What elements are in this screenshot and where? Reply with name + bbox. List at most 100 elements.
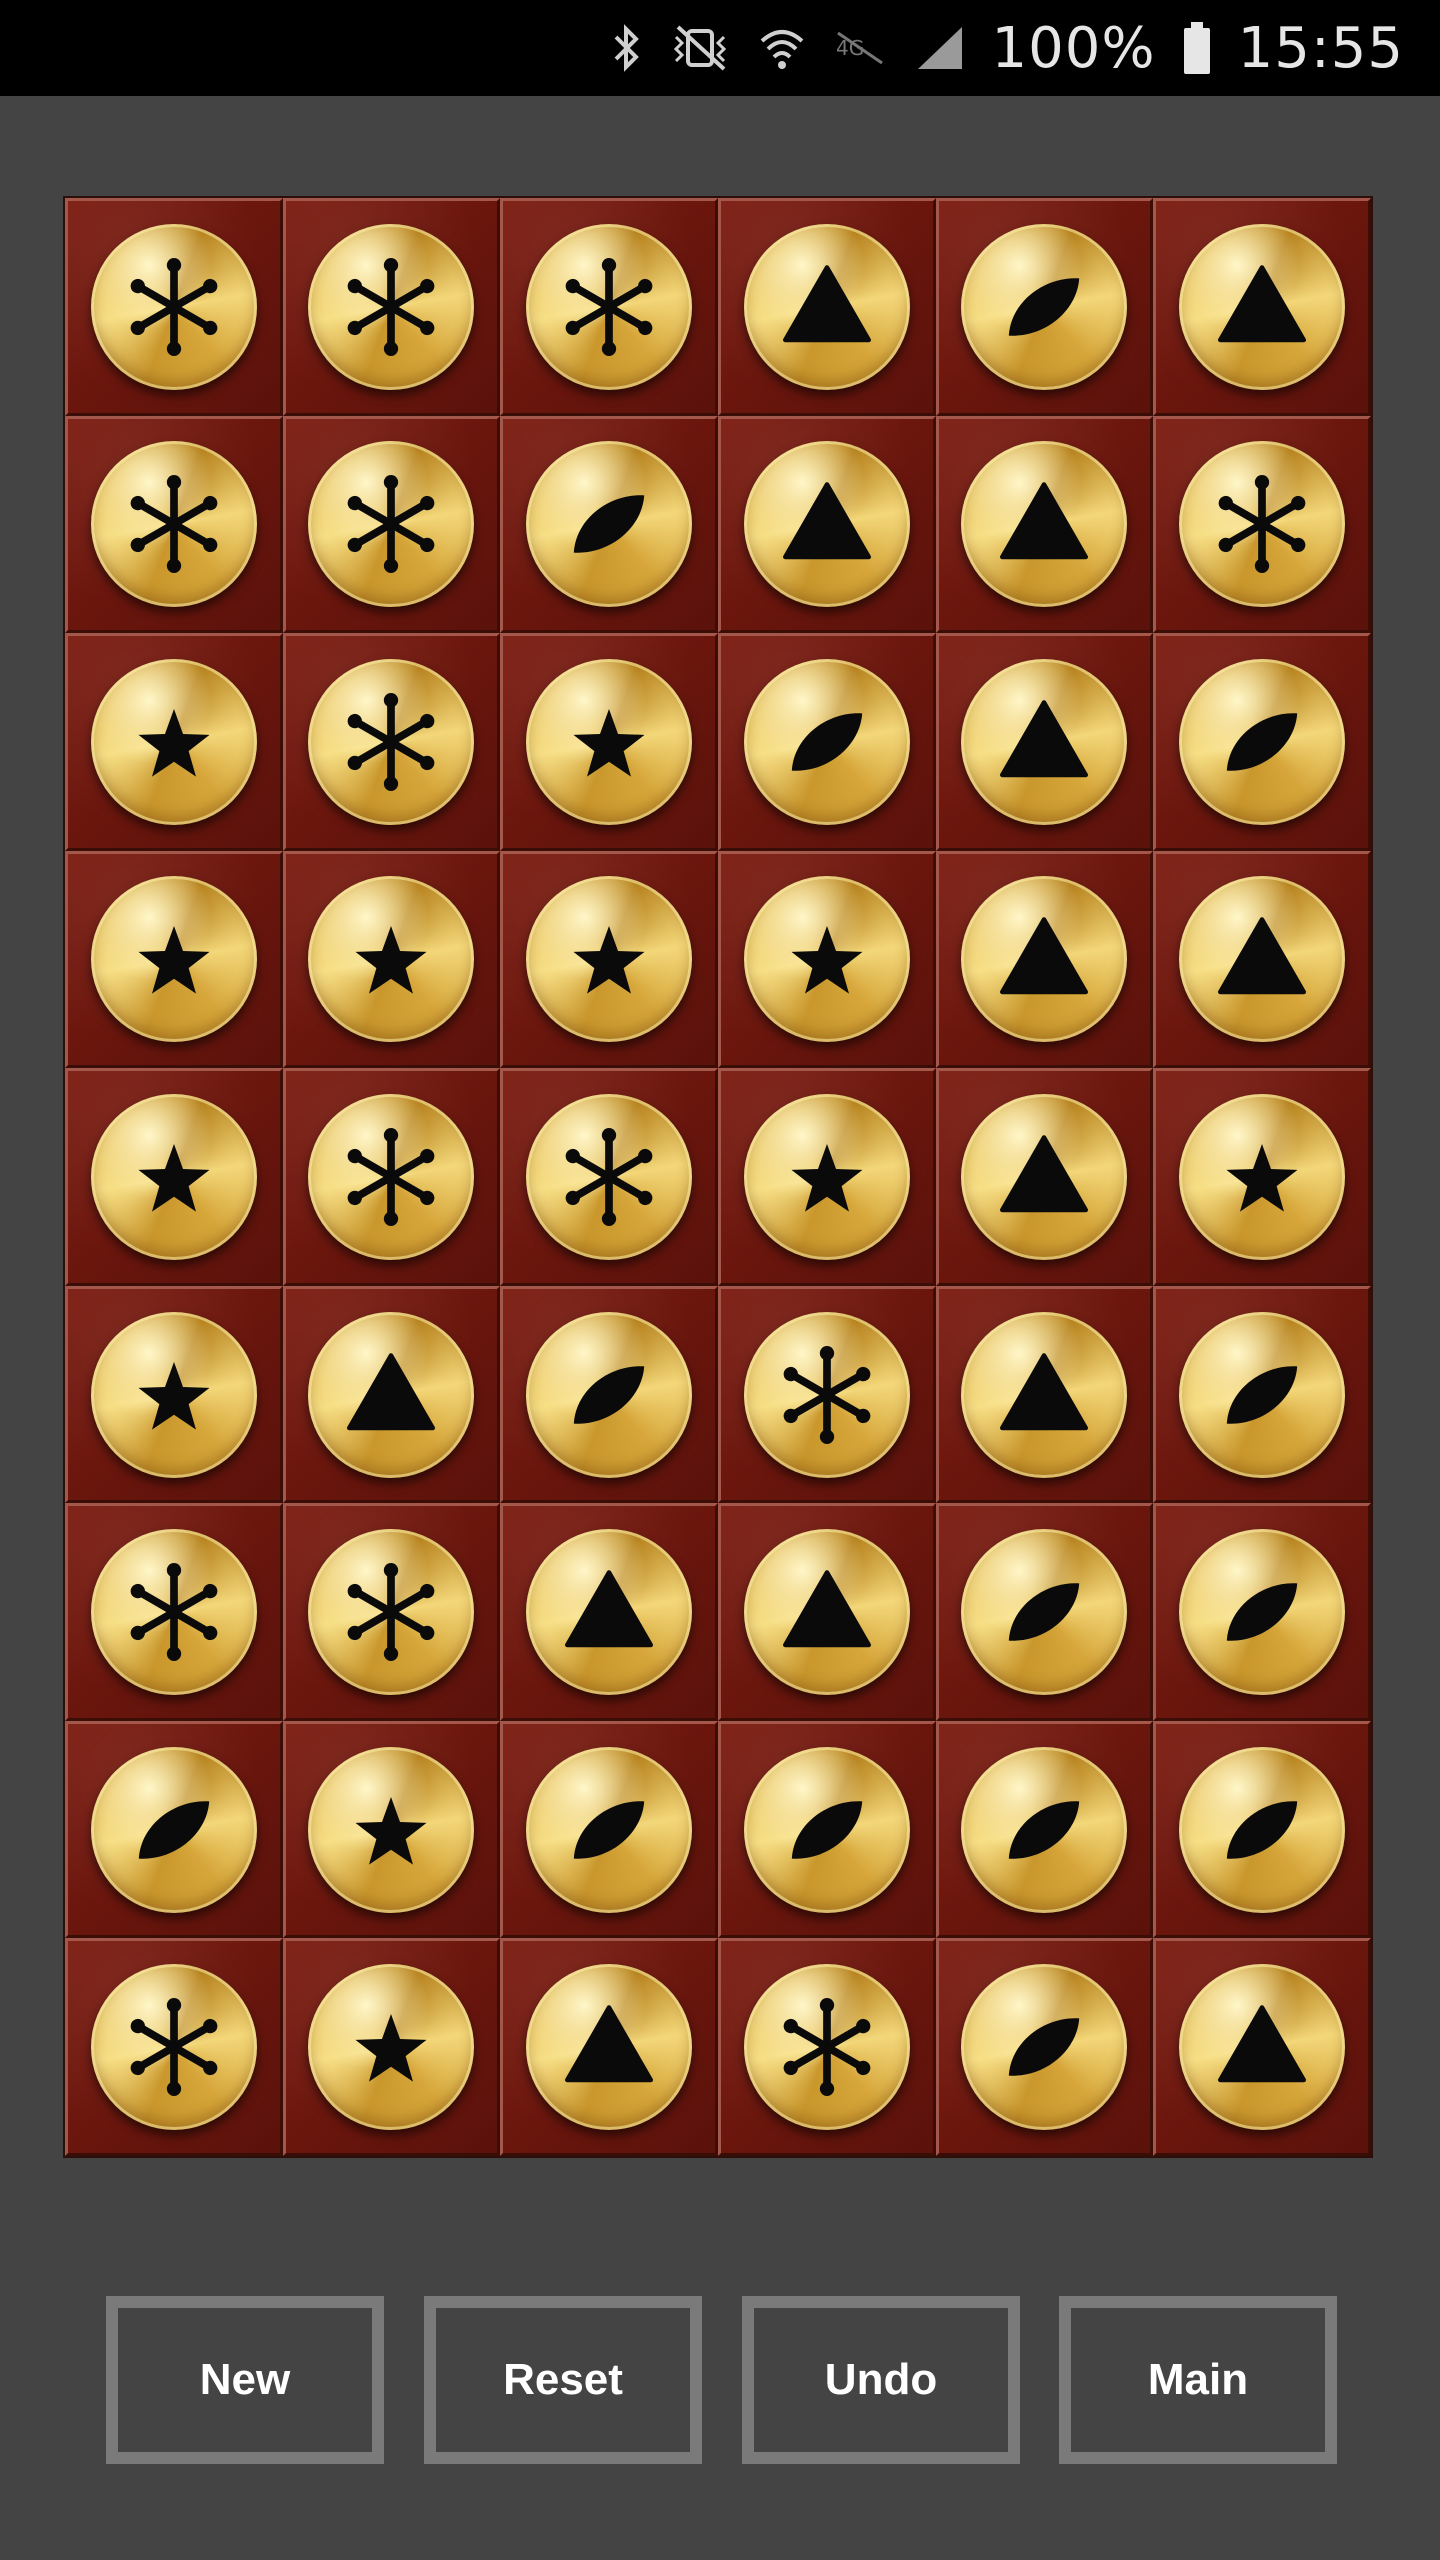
game-piece[interactable] bbox=[90, 1311, 257, 1478]
board-cell[interactable] bbox=[282, 198, 501, 416]
game-piece[interactable] bbox=[961, 876, 1128, 1043]
game-piece[interactable] bbox=[308, 1964, 475, 2131]
board-cell[interactable] bbox=[65, 850, 283, 1069]
board-cell[interactable] bbox=[65, 1720, 283, 1939]
game-piece[interactable] bbox=[526, 876, 693, 1043]
board-cell[interactable] bbox=[1153, 1720, 1371, 1939]
board-cell[interactable] bbox=[718, 633, 936, 851]
game-piece[interactable] bbox=[90, 876, 257, 1043]
game-piece[interactable] bbox=[308, 223, 475, 390]
board-cell[interactable] bbox=[935, 1285, 1154, 1504]
board-cell[interactable] bbox=[1153, 1503, 1371, 1721]
game-piece[interactable] bbox=[961, 441, 1128, 608]
game-piece[interactable] bbox=[90, 1529, 257, 1696]
game-piece[interactable] bbox=[1179, 1964, 1346, 2131]
board-cell[interactable] bbox=[935, 1938, 1154, 2156]
game-piece[interactable] bbox=[1179, 1529, 1346, 1696]
game-piece[interactable] bbox=[961, 1964, 1128, 2131]
board-cell[interactable] bbox=[282, 633, 501, 851]
board-cell[interactable] bbox=[500, 850, 718, 1069]
board-cell[interactable] bbox=[718, 1503, 936, 1721]
game-piece[interactable] bbox=[743, 658, 910, 825]
game-piece[interactable] bbox=[743, 876, 910, 1043]
board-cell[interactable] bbox=[1153, 415, 1371, 634]
game-piece[interactable] bbox=[308, 1746, 475, 1913]
reset-button[interactable]: Reset bbox=[424, 2296, 702, 2464]
game-piece[interactable] bbox=[1179, 441, 1346, 608]
game-piece[interactable] bbox=[308, 876, 475, 1043]
board-cell[interactable] bbox=[65, 1068, 283, 1286]
board-cell[interactable] bbox=[282, 1285, 501, 1504]
board-cell[interactable] bbox=[718, 1720, 936, 1939]
board-cell[interactable] bbox=[1153, 1068, 1371, 1286]
board-cell[interactable] bbox=[935, 1503, 1154, 1721]
game-piece[interactable] bbox=[526, 1746, 693, 1913]
game-piece[interactable] bbox=[526, 223, 693, 390]
board-cell[interactable] bbox=[500, 1285, 718, 1504]
board-cell[interactable] bbox=[500, 633, 718, 851]
game-piece[interactable] bbox=[308, 1093, 475, 1260]
board-cell[interactable] bbox=[718, 1285, 936, 1504]
board-cell[interactable] bbox=[500, 1503, 718, 1721]
board-cell[interactable] bbox=[718, 850, 936, 1069]
board-cell[interactable] bbox=[935, 198, 1154, 416]
game-piece[interactable] bbox=[961, 1529, 1128, 1696]
game-piece[interactable] bbox=[526, 1964, 693, 2131]
board-cell[interactable] bbox=[282, 850, 501, 1069]
board-cell[interactable] bbox=[65, 1503, 283, 1721]
game-piece[interactable] bbox=[1179, 1093, 1346, 1260]
game-piece[interactable] bbox=[308, 1529, 475, 1696]
board-cell[interactable] bbox=[1153, 1285, 1371, 1504]
game-piece[interactable] bbox=[526, 658, 693, 825]
board-cell[interactable] bbox=[935, 633, 1154, 851]
game-piece[interactable] bbox=[1179, 1746, 1346, 1913]
game-piece[interactable] bbox=[743, 1311, 910, 1478]
board-cell[interactable] bbox=[1153, 1938, 1371, 2156]
board-cell[interactable] bbox=[65, 1285, 283, 1504]
game-piece[interactable] bbox=[308, 1311, 475, 1478]
board-cell[interactable] bbox=[718, 198, 936, 416]
board-cell[interactable] bbox=[718, 415, 936, 634]
game-piece[interactable] bbox=[90, 441, 257, 608]
game-piece[interactable] bbox=[743, 1529, 910, 1696]
undo-button[interactable]: Undo bbox=[742, 2296, 1020, 2464]
game-piece[interactable] bbox=[90, 1093, 257, 1260]
board-cell[interactable] bbox=[1153, 633, 1371, 851]
game-piece[interactable] bbox=[90, 1746, 257, 1913]
board-cell[interactable] bbox=[718, 1068, 936, 1286]
board-cell[interactable] bbox=[500, 1068, 718, 1286]
board-cell[interactable] bbox=[500, 1938, 718, 2156]
game-piece[interactable] bbox=[743, 441, 910, 608]
main-button[interactable]: Main bbox=[1059, 2296, 1337, 2464]
game-piece[interactable] bbox=[743, 223, 910, 390]
game-piece[interactable] bbox=[526, 1529, 693, 1696]
game-piece[interactable] bbox=[308, 658, 475, 825]
board-cell[interactable] bbox=[65, 633, 283, 851]
board-cell[interactable] bbox=[718, 1938, 936, 2156]
game-piece[interactable] bbox=[308, 441, 475, 608]
game-piece[interactable] bbox=[1179, 876, 1346, 1043]
game-piece[interactable] bbox=[90, 223, 257, 390]
game-piece[interactable] bbox=[961, 1746, 1128, 1913]
board-cell[interactable] bbox=[282, 1720, 501, 1939]
game-piece[interactable] bbox=[961, 658, 1128, 825]
board-cell[interactable] bbox=[935, 850, 1154, 1069]
new-button[interactable]: New bbox=[106, 2296, 384, 2464]
game-piece[interactable] bbox=[743, 1964, 910, 2131]
board-cell[interactable] bbox=[500, 1720, 718, 1939]
game-piece[interactable] bbox=[1179, 658, 1346, 825]
game-piece[interactable] bbox=[90, 1964, 257, 2131]
board-cell[interactable] bbox=[935, 1068, 1154, 1286]
game-piece[interactable] bbox=[90, 658, 257, 825]
game-piece[interactable] bbox=[743, 1093, 910, 1260]
board-cell[interactable] bbox=[935, 415, 1154, 634]
board-cell[interactable] bbox=[1153, 850, 1371, 1069]
game-piece[interactable] bbox=[743, 1746, 910, 1913]
game-piece[interactable] bbox=[1179, 223, 1346, 390]
board-cell[interactable] bbox=[282, 1938, 501, 2156]
board-cell[interactable] bbox=[65, 198, 283, 416]
game-piece[interactable] bbox=[961, 1311, 1128, 1478]
board-cell[interactable] bbox=[282, 415, 501, 634]
game-piece[interactable] bbox=[961, 223, 1128, 390]
board-cell[interactable] bbox=[500, 415, 718, 634]
